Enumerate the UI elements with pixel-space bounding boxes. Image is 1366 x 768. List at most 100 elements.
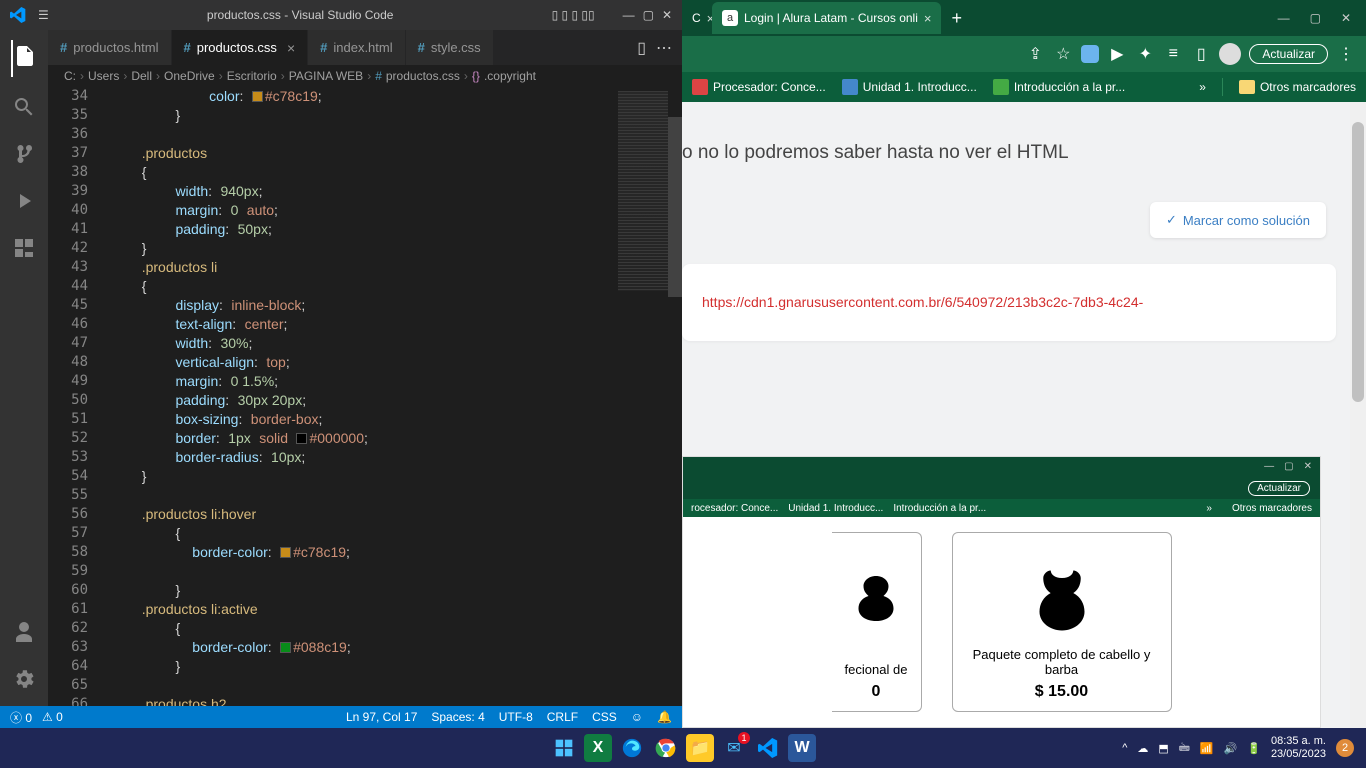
- menu-icon[interactable]: ⋮: [1336, 44, 1356, 64]
- extensions-icon[interactable]: [12, 236, 36, 265]
- mini-bk: Otros marcadores: [1232, 503, 1312, 514]
- tab-productos-css[interactable]: #productos.css×: [172, 30, 309, 65]
- language[interactable]: CSS: [592, 710, 617, 724]
- cursor-position[interactable]: Ln 97, Col 17: [346, 710, 417, 724]
- close-icon[interactable]: ×: [287, 40, 295, 56]
- split-editor-icon[interactable]: ▯: [637, 38, 646, 58]
- share-icon[interactable]: ⇪: [1025, 44, 1045, 64]
- excel-icon[interactable]: X: [584, 734, 612, 762]
- eol[interactable]: CRLF: [547, 710, 578, 724]
- crumb[interactable]: Escritorio: [227, 69, 277, 83]
- update-button[interactable]: Actualizar: [1249, 44, 1328, 64]
- tab-style-css[interactable]: # style.css: [406, 30, 494, 65]
- browser-tab-2[interactable]: a Login | Alura Latam - Cursos onli ×: [712, 2, 941, 34]
- crumb[interactable]: PAGINA WEB: [289, 69, 363, 83]
- file-icon: #: [418, 40, 425, 55]
- time: 08:35 a. m.: [1271, 735, 1326, 748]
- window-close-icon[interactable]: ✕: [1341, 11, 1351, 25]
- close-icon[interactable]: ×: [707, 11, 712, 26]
- bell-icon[interactable]: 🔔: [657, 710, 672, 724]
- close-icon[interactable]: ×: [924, 11, 932, 26]
- bookmarks-overflow[interactable]: »: [1199, 80, 1206, 94]
- account-icon[interactable]: [12, 620, 36, 649]
- product-name: fecional de: [845, 662, 908, 677]
- tab-index-html[interactable]: #index.html: [308, 30, 405, 65]
- minimap[interactable]: [618, 91, 668, 291]
- crumb[interactable]: Dell: [131, 69, 152, 83]
- language-icon[interactable]: 🖮: [1179, 739, 1190, 758]
- check-icon: ✓: [1166, 212, 1177, 228]
- encoding[interactable]: UTF-8: [499, 710, 533, 724]
- crumb[interactable]: productos.css: [386, 69, 460, 83]
- vscode-window: ☰ productos.css - Visual Studio Code ▯ ▯…: [0, 0, 682, 728]
- window-maximize-icon[interactable]: ▢: [643, 8, 654, 22]
- window-minimize-icon[interactable]: —: [623, 8, 635, 22]
- product-price: $ 15.00: [1035, 683, 1088, 701]
- code-url[interactable]: https://cdn1.gnarususercontent.com.br/6/…: [702, 294, 1143, 310]
- selector-icon: {}: [472, 69, 480, 83]
- window-maximize-icon[interactable]: ▢: [1310, 11, 1321, 25]
- ext2-icon[interactable]: ▶: [1107, 44, 1127, 64]
- volume-icon[interactable]: 🔊: [1224, 742, 1238, 755]
- tab-productos-html[interactable]: #productos.html: [48, 30, 172, 65]
- mark-solution-button[interactable]: ✓Marcar como solución: [1150, 202, 1326, 238]
- breadcrumbs[interactable]: C:› Users› Dell› OneDrive› Escritorio› P…: [48, 65, 682, 87]
- vertical-scrollbar[interactable]: [668, 87, 682, 706]
- bookmark-2[interactable]: Unidad 1. Introducc...: [842, 79, 977, 95]
- extensions-icon[interactable]: ✦: [1135, 44, 1155, 64]
- onedrive-icon[interactable]: ☁: [1137, 742, 1148, 755]
- chrome-icon[interactable]: [652, 734, 680, 762]
- ext1-icon[interactable]: [1081, 45, 1099, 63]
- word-icon[interactable]: W: [788, 734, 816, 762]
- collections-icon[interactable]: ≡: [1163, 44, 1183, 64]
- tray-chevron-icon[interactable]: ^: [1122, 742, 1127, 754]
- mini-bk: Unidad 1. Introducc...: [788, 503, 883, 514]
- search-icon[interactable]: [12, 95, 36, 124]
- edge-icon[interactable]: [618, 734, 646, 762]
- page-scrollbar[interactable]: [1350, 102, 1366, 728]
- mini-bk: rocesador: Conce...: [691, 503, 778, 514]
- crumb[interactable]: .copyright: [484, 69, 536, 83]
- new-tab-button[interactable]: +: [941, 8, 972, 29]
- vscode-icon[interactable]: [754, 734, 782, 762]
- code-editor[interactable]: 3435363738394041424344454647484950515253…: [48, 87, 682, 706]
- mail-icon[interactable]: ✉1: [720, 734, 748, 762]
- run-debug-icon[interactable]: [12, 189, 36, 218]
- product-name: Paquete completo de cabello y barba: [963, 647, 1161, 677]
- window-close-icon[interactable]: ✕: [662, 8, 672, 22]
- page-content: o no lo podremos saber hasta no ver el H…: [682, 102, 1366, 728]
- explorer-icon[interactable]: [11, 40, 37, 77]
- favorite-icon[interactable]: ☆: [1053, 44, 1073, 64]
- profile-icon[interactable]: [1219, 43, 1241, 65]
- problems-warnings[interactable]: ⚠ 0: [42, 710, 63, 724]
- crumb[interactable]: OneDrive: [164, 69, 215, 83]
- layout-icons[interactable]: ▯ ▯ ▯ ▯▯: [552, 8, 595, 22]
- feedback-icon[interactable]: ☺: [631, 710, 643, 724]
- problems-errors[interactable]: ⓧ 0: [10, 709, 32, 726]
- wifi-icon[interactable]: 📶: [1200, 742, 1214, 755]
- bookmarks-bar: Procesador: Conce... Unidad 1. Introducc…: [682, 72, 1366, 102]
- file-icon: #: [60, 40, 67, 55]
- crumb[interactable]: Users: [88, 69, 119, 83]
- crumb[interactable]: C:: [64, 69, 76, 83]
- battery-icon[interactable]: 🔋: [1247, 742, 1261, 755]
- bookmark-1[interactable]: Procesador: Conce...: [692, 79, 826, 95]
- window-minimize-icon[interactable]: —: [1278, 11, 1290, 25]
- indent[interactable]: Spaces: 4: [431, 710, 484, 724]
- tab-label: style.css: [431, 40, 481, 55]
- notification-badge[interactable]: 2: [1336, 739, 1354, 757]
- menu-icon[interactable]: ☰: [38, 8, 49, 22]
- explorer-icon[interactable]: 📁: [686, 734, 714, 762]
- browser-tab-1[interactable]: C×: [682, 2, 712, 34]
- more-icon[interactable]: ⋯: [656, 38, 672, 58]
- start-button[interactable]: [550, 734, 578, 762]
- folder-icon: [1239, 80, 1255, 94]
- sidebar-icon[interactable]: ▯: [1191, 44, 1211, 64]
- vscode-titlebar[interactable]: ☰ productos.css - Visual Studio Code ▯ ▯…: [0, 0, 682, 30]
- other-bookmarks[interactable]: Otros marcadores: [1239, 80, 1356, 94]
- clock[interactable]: 08:35 a. m. 23/05/2023: [1271, 735, 1326, 761]
- settings-gear-icon[interactable]: [12, 667, 36, 696]
- source-control-icon[interactable]: [12, 142, 36, 171]
- bookmark-3[interactable]: Introducción a la pr...: [993, 79, 1125, 95]
- tray-icon[interactable]: ⬒: [1158, 742, 1168, 755]
